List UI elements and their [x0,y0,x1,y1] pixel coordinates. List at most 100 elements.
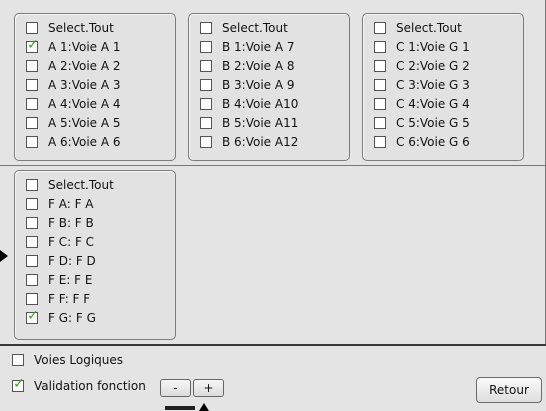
group-f-select-all-label: Select.Tout [48,177,114,192]
channel-label: C 5:Voie G 5 [396,115,470,130]
group-b-item-1[interactable]: B 1:Voie A 7 [200,37,295,56]
checkbox[interactable] [200,40,212,53]
group-f-item-f[interactable]: F F: F F [26,289,90,308]
group-f-item-a[interactable]: F A: F A [26,194,94,213]
checkbox[interactable] [26,273,38,286]
channel-label: C 1:Voie G 1 [396,39,470,54]
function-label: F C: F C [48,234,95,249]
plus-button[interactable]: + [193,379,224,397]
group-b-item-4[interactable]: B 4:Voie A10 [200,94,298,113]
group-a-item-1[interactable]: ✓ A 1:Voie A 1 [26,37,121,56]
channel-label: C 4:Voie G 4 [396,96,470,111]
group-c-item-6[interactable]: C 6:Voie G 6 [374,132,470,151]
group-f-item-g[interactable]: ✓ F G: F G [26,308,96,327]
checkbox[interactable] [26,178,38,191]
checkbox[interactable] [26,254,38,267]
channel-label: A 4:Voie A 4 [48,96,121,111]
channel-label: A 2:Voie A 2 [48,58,121,73]
checkbox[interactable] [26,216,38,229]
checkbox[interactable] [26,197,38,210]
function-label: F G: F G [48,310,96,325]
checkbox[interactable] [26,59,38,72]
checkbox[interactable] [26,97,38,110]
voies-logiques-label: Voies Logiques [34,352,124,367]
group-f-item-c[interactable]: F C: F C [26,232,94,251]
group-a-item-2[interactable]: A 2:Voie A 2 [26,56,121,75]
group-a-item-6[interactable]: A 6:Voie A 6 [26,132,121,151]
group-b-select-all-label: Select.Tout [222,20,288,35]
group-b-select-all[interactable]: Select.Tout [200,18,288,37]
checkbox[interactable] [200,135,212,148]
checkbox[interactable] [26,21,38,34]
channel-label: C 6:Voie G 6 [396,134,470,149]
checkbox[interactable] [374,116,386,129]
channel-label: B 3:Voie A 9 [222,77,295,92]
group-a-item-5[interactable]: A 5:Voie A 5 [26,113,121,132]
checkbox[interactable]: ✓ [26,37,39,53]
group-a: Select.Tout ✓ A 1:Voie A 1 A 2:Voie A 2 … [14,13,176,161]
checkbox[interactable] [26,116,38,129]
group-a-select-all[interactable]: Select.Tout [26,18,114,37]
channel-label: C 2:Voie G 2 [396,58,470,73]
checkbox[interactable] [374,78,386,91]
checkbox[interactable] [26,292,38,305]
checkbox[interactable] [374,59,386,72]
group-f-item-e[interactable]: F E: F E [26,270,92,289]
checkbox[interactable] [12,353,24,366]
voies-logiques-option[interactable]: Voies Logiques [12,350,123,369]
cursor-bar [165,406,195,410]
checkbox[interactable] [200,78,212,91]
checkbox[interactable] [26,235,38,248]
mouse-cursor-icon [199,403,209,411]
checkbox[interactable] [374,40,386,53]
checkbox[interactable] [26,135,38,148]
checkbox[interactable] [26,78,38,91]
minus-button[interactable]: - [160,379,191,397]
group-f-select-all[interactable]: Select.Tout [26,175,114,194]
group-b: Select.Tout B 1:Voie A 7 B 2:Voie A 8 B … [188,13,350,161]
checkbox[interactable] [200,97,212,110]
checkbox[interactable] [374,21,386,34]
channel-label: B 5:Voie A11 [222,115,299,130]
channel-label: B 6:Voie A12 [222,134,299,149]
function-label: F B: F B [48,215,94,230]
validation-fonction-option[interactable]: ✓ Validation fonction [12,376,146,395]
group-f-item-b[interactable]: F B: F B [26,213,94,232]
group-b-item-3[interactable]: B 3:Voie A 9 [200,75,295,94]
channel-label: A 6:Voie A 6 [48,134,121,149]
channel-label: A 1:Voie A 1 [48,39,121,54]
function-label: F E: F E [48,272,93,287]
checkbox[interactable] [200,116,212,129]
group-b-item-6[interactable]: B 6:Voie A12 [200,132,298,151]
checkbox[interactable]: ✓ [26,308,39,324]
group-c: Select.Tout C 1:Voie G 1 C 2:Voie G 2 C … [362,13,524,161]
channel-label: B 2:Voie A 8 [222,58,295,73]
function-label: F D: F D [48,253,96,268]
checkbox[interactable]: ✓ [12,376,25,392]
checkbox[interactable] [200,59,212,72]
group-c-item-4[interactable]: C 4:Voie G 4 [374,94,470,113]
group-c-select-all[interactable]: Select.Tout [374,18,462,37]
group-f: Select.Tout F A: F A F B: F B F C: F C F… [14,170,176,340]
group-a-item-4[interactable]: A 4:Voie A 4 [26,94,121,113]
group-a-item-3[interactable]: A 3:Voie A 3 [26,75,121,94]
bottom-divider [0,344,546,346]
group-a-select-all-label: Select.Tout [48,20,114,35]
checkbox[interactable] [374,135,386,148]
channel-label: A 3:Voie A 3 [48,77,121,92]
group-c-item-1[interactable]: C 1:Voie G 1 [374,37,470,56]
checkbox[interactable] [200,21,212,34]
checkbox[interactable] [374,97,386,110]
group-c-item-2[interactable]: C 2:Voie G 2 [374,56,470,75]
group-c-item-5[interactable]: C 5:Voie G 5 [374,113,470,132]
group-b-item-2[interactable]: B 2:Voie A 8 [200,56,295,75]
group-c-item-3[interactable]: C 3:Voie G 3 [374,75,470,94]
channel-label: C 3:Voie G 3 [396,77,470,92]
channel-label: B 1:Voie A 7 [222,39,295,54]
group-b-item-5[interactable]: B 5:Voie A11 [200,113,298,132]
retour-button[interactable]: Retour [476,377,542,403]
function-label: F F: F F [48,291,91,306]
channel-label: B 4:Voie A10 [222,96,299,111]
group-f-item-d[interactable]: F D: F D [26,251,96,270]
group-c-select-all-label: Select.Tout [396,20,462,35]
